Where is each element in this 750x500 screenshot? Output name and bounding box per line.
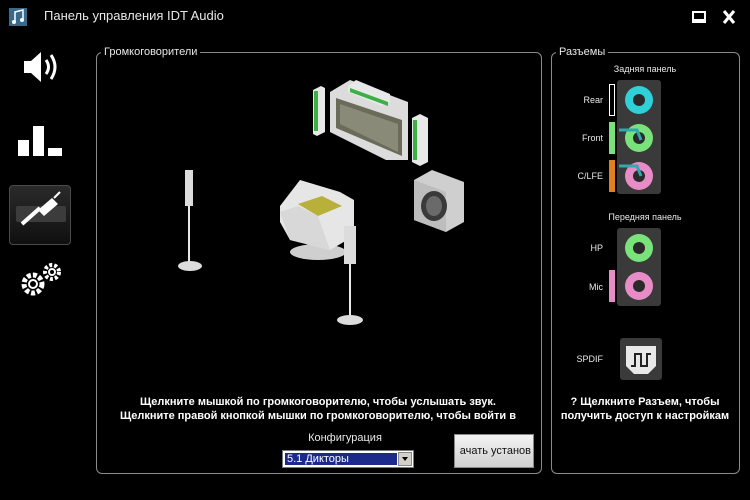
- sidebar-item-jacks[interactable]: [9, 185, 71, 245]
- listener-chair: [280, 180, 354, 260]
- audio-jack-icon: [16, 191, 66, 226]
- clfe-jack-bar: [609, 160, 615, 192]
- configuration-selected-value: 5.1 Дикторы: [285, 453, 397, 465]
- gears-icon: [21, 263, 61, 296]
- configuration-select[interactable]: 5.1 Дикторы: [282, 450, 414, 468]
- front-panel-title: Передняя панель: [608, 212, 682, 222]
- clfe-jack[interactable]: [619, 156, 659, 196]
- close-icon[interactable]: [720, 8, 738, 26]
- sidebar-item-volume[interactable]: [9, 37, 71, 97]
- hp-jack[interactable]: [619, 228, 659, 268]
- window-title: Панель управления IDT Audio: [44, 8, 224, 23]
- spdif-icon: [626, 346, 656, 374]
- spdif-port[interactable]: [620, 338, 662, 380]
- mic-jack-bar: [609, 270, 615, 302]
- jacks-hint-line-2: получить доступ к настройкам: [560, 410, 730, 422]
- sidebar-item-settings[interactable]: [9, 250, 71, 310]
- front-jack-bar: [609, 122, 615, 154]
- sidebar-item-equalizer[interactable]: [9, 112, 71, 172]
- equalizer-bars-icon: [18, 126, 62, 156]
- clfe-jack-label: C/LFE: [577, 171, 603, 181]
- speakers-hint-line-2: Щелкните правой кнопкой мышки по громког…: [120, 410, 516, 422]
- start-setup-button[interactable]: ачать установ: [454, 434, 534, 468]
- speaker-room-scene: [178, 80, 464, 325]
- jacks-panel-title: Разъемы: [559, 46, 606, 58]
- front-jack[interactable]: [619, 118, 659, 158]
- front-jack-label: Front: [581, 133, 603, 143]
- rear-left-speaker[interactable]: [178, 170, 202, 271]
- speakers-panel-title: Громкоговорители: [104, 46, 198, 58]
- front-left-speaker[interactable]: [313, 86, 325, 136]
- minimize-icon[interactable]: [690, 8, 708, 26]
- speakers-hint-line-1: Щелкните мышкой по громкоговорителю, что…: [140, 396, 496, 408]
- hp-jack-label: HP: [590, 243, 603, 253]
- music-note-icon: [9, 8, 27, 26]
- speaker-volume-icon: [24, 52, 57, 82]
- mic-jack[interactable]: [619, 266, 659, 306]
- spdif-label: SPDIF: [576, 354, 603, 364]
- title-bar: Панель управления IDT Audio: [0, 0, 750, 32]
- front-right-speaker[interactable]: [412, 114, 428, 166]
- subwoofer[interactable]: [414, 170, 464, 232]
- mic-jack-label: Mic: [589, 282, 603, 292]
- rear-jack-label: Rear: [583, 95, 603, 105]
- rear-panel-title: Задняя панель: [613, 64, 677, 74]
- rear-jack[interactable]: [619, 80, 659, 120]
- rear-jack-bar: [609, 84, 615, 116]
- sidebar: [0, 32, 80, 500]
- configuration-label: Конфигурация: [308, 432, 382, 444]
- jacks-hint-line-1: ? Щелкните Разъем, чтобы: [570, 396, 720, 408]
- chevron-down-icon[interactable]: [398, 452, 412, 466]
